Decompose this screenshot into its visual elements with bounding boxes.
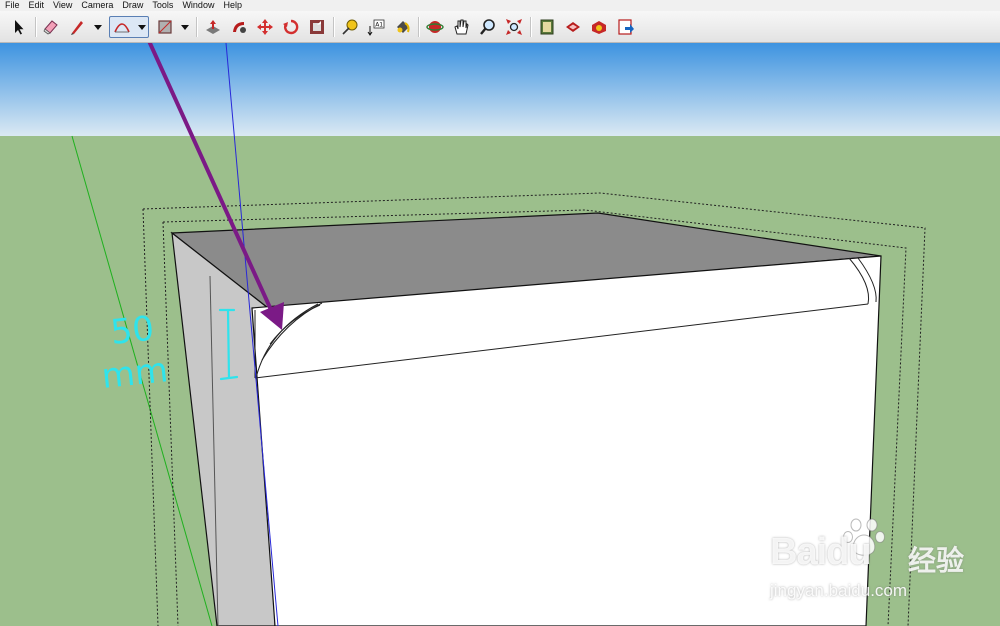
follow-me-tool-button[interactable] [228, 16, 250, 38]
annotation-unit: mm [100, 350, 170, 397]
get-models-tool-button[interactable] [536, 16, 558, 38]
sky [0, 43, 1000, 136]
offset-tool-button[interactable] [306, 16, 328, 38]
zoom-extents-tool-button[interactable] [503, 16, 525, 38]
baidu-watermark: Baidu 经验 jingyan.baidu.com [770, 515, 1000, 615]
text-icon: A1 [367, 19, 385, 36]
menu-draw[interactable]: Draw [117, 0, 147, 11]
paint-bucket-tool-button[interactable] [392, 16, 414, 38]
paint-bucket-icon [397, 21, 410, 33]
arc-icon [114, 23, 130, 33]
arc-dropdown-icon[interactable] [138, 23, 146, 31]
zoom-icon [480, 19, 495, 35]
menu-file[interactable]: File [0, 0, 24, 11]
toolbar: A1 [0, 11, 1000, 43]
orbit-tool-button[interactable] [424, 16, 446, 38]
annotation-value: 50 [109, 309, 156, 353]
push-pull-icon [206, 20, 220, 34]
menu-view[interactable]: View [48, 0, 76, 11]
rectangle-icon [158, 20, 172, 34]
watermark-brand: Baidu [770, 531, 872, 573]
components-icon [592, 21, 606, 34]
pan-icon [454, 19, 469, 35]
offset-icon [310, 20, 324, 34]
export-tool-button[interactable] [615, 16, 637, 38]
toolbar-separator [35, 17, 37, 37]
push-pull-tool-button[interactable] [202, 16, 224, 38]
tape-measure-icon [342, 19, 358, 35]
toolbar-separator [196, 17, 198, 37]
orbit-icon [426, 21, 444, 33]
menu-camera[interactable]: Camera [76, 0, 117, 11]
menu-tools[interactable]: Tools [147, 0, 177, 11]
share-model-icon [566, 22, 580, 32]
toolbar-separator [418, 17, 420, 37]
watermark-brand-cn: 经验 [908, 545, 965, 576]
eraser-icon [43, 20, 58, 35]
share-model-tool-button[interactable] [562, 16, 584, 38]
rotate-icon [283, 19, 299, 35]
follow-me-icon [233, 22, 246, 33]
move-tool-button[interactable] [254, 16, 276, 38]
components-tool-button[interactable] [588, 16, 610, 38]
rectangle-dropdown-icon[interactable] [181, 23, 189, 31]
zoom-extents-icon [506, 19, 522, 35]
get-models-icon [540, 19, 554, 35]
zoom-tool-button[interactable] [477, 16, 499, 38]
toolbar-separator [333, 17, 335, 37]
tape-measure-tool-button[interactable] [339, 16, 361, 38]
pan-tool-button[interactable] [450, 16, 472, 38]
toolbar-separator [530, 17, 532, 37]
export-icon [618, 19, 634, 35]
pencil-tool-button[interactable] [66, 16, 88, 38]
menu-window[interactable]: Window [177, 0, 218, 11]
eraser-tool-button[interactable] [40, 16, 62, 38]
svg-text:A1: A1 [375, 22, 383, 29]
rotate-tool-button[interactable] [280, 16, 302, 38]
select-tool-button[interactable] [8, 16, 30, 38]
text-tool-button[interactable]: A1 [365, 16, 387, 38]
select-icon [15, 20, 24, 35]
menu-help[interactable]: Help [218, 0, 246, 11]
rectangle-tool-button[interactable] [154, 16, 176, 38]
watermark-url: jingyan.baidu.com [770, 581, 908, 600]
menu-bar: File Edit View Camera Draw Tools Window … [0, 0, 1000, 11]
pencil-dropdown-icon[interactable] [94, 23, 102, 31]
move-icon [257, 19, 273, 35]
pencil-icon [71, 21, 83, 35]
menu-edit[interactable]: Edit [24, 0, 49, 11]
